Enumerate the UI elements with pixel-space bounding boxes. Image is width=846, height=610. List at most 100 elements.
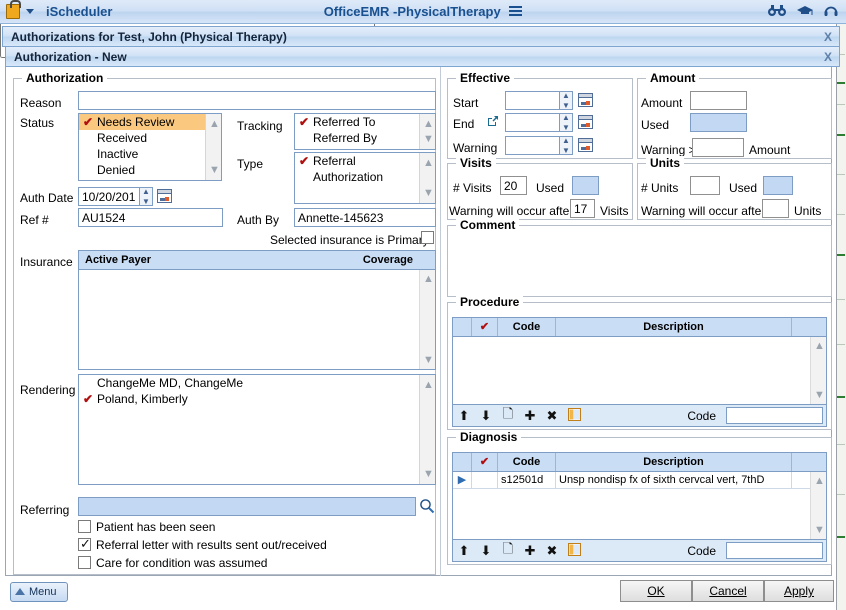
cancel-button[interactable]: Cancel <box>692 580 764 602</box>
scroll-up-icon[interactable]: ▲ <box>423 118 434 130</box>
diagnosis-grid[interactable]: ✔ Code Description ▶ s12501d Unsp nondis… <box>452 452 827 540</box>
lock-icon[interactable] <box>6 0 21 19</box>
effective-warning-spinner[interactable]: ▲ ▼ <box>560 136 573 155</box>
ok-button[interactable]: OK <box>620 580 692 602</box>
rendering-listbox[interactable]: ChangeMe MD, ChangeMe ✔ Poland, Kimberly… <box>78 374 436 485</box>
close-icon[interactable]: X <box>824 50 832 64</box>
new-document-icon[interactable]: 🗋 <box>497 405 519 427</box>
search-icon[interactable] <box>419 498 435 517</box>
insurance-grid[interactable]: Active Payer Coverage ▲ ▼ <box>78 250 436 370</box>
external-link-icon[interactable] <box>487 115 499 130</box>
end-date-spinner[interactable]: ▲ ▼ <box>560 113 573 132</box>
type-option-authorization[interactable]: Authorization <box>295 169 435 185</box>
diagnosis-code-input[interactable] <box>726 542 823 559</box>
spinner-down-icon[interactable]: ▼ <box>142 197 150 206</box>
add-icon[interactable]: ✚ <box>519 408 541 424</box>
referring-input[interactable] <box>78 497 416 516</box>
scroll-down-icon[interactable]: ▼ <box>209 164 220 176</box>
calendar-icon[interactable] <box>578 138 593 152</box>
referral-letter-checkbox[interactable] <box>78 536 91 552</box>
details-panel-icon[interactable] <box>563 407 585 424</box>
calendar-icon[interactable] <box>157 189 172 203</box>
tracking-option-referred-by[interactable]: Referred By <box>295 130 435 146</box>
scroll-up-icon[interactable]: ▲ <box>814 340 825 352</box>
auth-date-input[interactable] <box>78 187 140 206</box>
rendering-scrollbar[interactable]: ▲ ▼ <box>419 375 435 484</box>
type-listbox[interactable]: ✔ Referral Authorization ▲ ▼ <box>294 152 436 204</box>
binoculars-icon[interactable] <box>768 4 786 20</box>
diagnosis-row-check[interactable] <box>472 472 498 488</box>
scroll-down-icon[interactable]: ▼ <box>423 133 434 145</box>
amount-input[interactable] <box>690 91 747 110</box>
scroll-up-icon[interactable]: ▲ <box>423 379 434 391</box>
insurance-scrollbar[interactable]: ▲ ▼ <box>419 270 435 369</box>
move-down-icon[interactable]: ⬇ <box>475 408 497 424</box>
status-scrollbar[interactable]: ▲ ▼ <box>205 114 221 180</box>
move-down-icon[interactable]: ⬇ <box>475 543 497 559</box>
status-listbox[interactable]: ✔ Needs Review Received Inactive Denied … <box>78 113 222 181</box>
hamburger-menu-icon[interactable] <box>509 6 523 17</box>
start-date-input[interactable] <box>505 91 560 110</box>
reason-input[interactable] <box>78 91 436 110</box>
procedure-grid[interactable]: ✔ Code Description ▲ ▼ <box>452 317 827 405</box>
tracking-listbox[interactable]: ✔ Referred To Referred By ▲ ▼ <box>294 113 436 150</box>
spinner-down-icon[interactable]: ▼ <box>562 101 570 110</box>
headset-icon[interactable] <box>824 4 838 20</box>
scroll-down-icon[interactable]: ▼ <box>423 354 434 366</box>
primary-insurance-checkbox[interactable] <box>421 231 434 244</box>
diagnosis-scrollbar[interactable]: ▲ ▼ <box>810 472 826 539</box>
chevron-down-icon[interactable] <box>26 9 34 14</box>
ref-number-input[interactable] <box>78 208 223 227</box>
amount-warning-input[interactable] <box>692 138 744 157</box>
window-titlebar-authorization-new[interactable]: Authorization - New X <box>5 46 840 67</box>
auth-date-spinner[interactable]: ▲ ▼ <box>140 187 153 206</box>
tracking-scrollbar[interactable]: ▲ ▼ <box>419 114 435 149</box>
procedure-scrollbar[interactable]: ▲ ▼ <box>810 337 826 404</box>
scroll-up-icon[interactable]: ▲ <box>423 273 434 285</box>
scroll-up-icon[interactable]: ▲ <box>814 475 825 487</box>
rendering-option-changeme[interactable]: ChangeMe MD, ChangeMe <box>79 375 435 391</box>
spinner-up-icon[interactable]: ▲ <box>562 136 570 145</box>
auth-by-input[interactable] <box>294 208 436 227</box>
move-up-icon[interactable]: ⬆ <box>453 408 475 424</box>
patient-seen-checkbox[interactable] <box>78 520 91 533</box>
end-date-input[interactable] <box>505 113 560 132</box>
status-option-needs-review[interactable]: ✔ Needs Review <box>79 114 221 130</box>
spinner-up-icon[interactable]: ▲ <box>142 187 150 196</box>
details-panel-icon[interactable] <box>563 542 585 559</box>
calendar-icon[interactable] <box>578 115 593 129</box>
menu-button[interactable]: Menu <box>10 582 68 602</box>
add-icon[interactable]: ✚ <box>519 543 541 559</box>
units-warning-input[interactable] <box>762 199 789 218</box>
rendering-option-poland[interactable]: ✔ Poland, Kimberly <box>79 391 435 407</box>
tracking-option-referred-to[interactable]: ✔ Referred To <box>295 114 435 130</box>
type-scrollbar[interactable]: ▲ ▼ <box>419 153 435 203</box>
scroll-down-icon[interactable]: ▼ <box>814 524 825 536</box>
scroll-down-icon[interactable]: ▼ <box>423 187 434 199</box>
status-option-received[interactable]: Received <box>79 130 221 146</box>
spinner-down-icon[interactable]: ▼ <box>562 146 570 155</box>
apply-button[interactable]: Apply <box>764 580 834 602</box>
spinner-up-icon[interactable]: ▲ <box>562 113 570 122</box>
window-titlebar-authorizations[interactable]: Authorizations for Test, John (Physical … <box>2 26 840 47</box>
new-document-icon[interactable]: 🗋 <box>497 540 519 562</box>
scroll-down-icon[interactable]: ▼ <box>423 468 434 480</box>
spinner-up-icon[interactable]: ▲ <box>562 91 570 100</box>
visits-warning-input[interactable] <box>570 199 595 218</box>
care-assumed-checkbox[interactable] <box>78 556 91 569</box>
scroll-down-icon[interactable]: ▼ <box>814 389 825 401</box>
effective-warning-input[interactable] <box>505 136 560 155</box>
num-units-input[interactable] <box>690 176 720 195</box>
status-option-denied[interactable]: Denied <box>79 162 221 178</box>
close-icon[interactable]: X <box>824 30 832 44</box>
delete-icon[interactable]: ✖ <box>541 543 563 559</box>
move-up-icon[interactable]: ⬆ <box>453 543 475 559</box>
num-visits-input[interactable] <box>500 176 527 195</box>
graduation-cap-icon[interactable] <box>796 5 814 20</box>
spinner-down-icon[interactable]: ▼ <box>562 123 570 132</box>
scroll-up-icon[interactable]: ▲ <box>423 157 434 169</box>
delete-icon[interactable]: ✖ <box>541 408 563 424</box>
scroll-up-icon[interactable]: ▲ <box>209 118 220 130</box>
calendar-icon[interactable] <box>578 93 593 107</box>
procedure-code-input[interactable] <box>726 407 823 424</box>
